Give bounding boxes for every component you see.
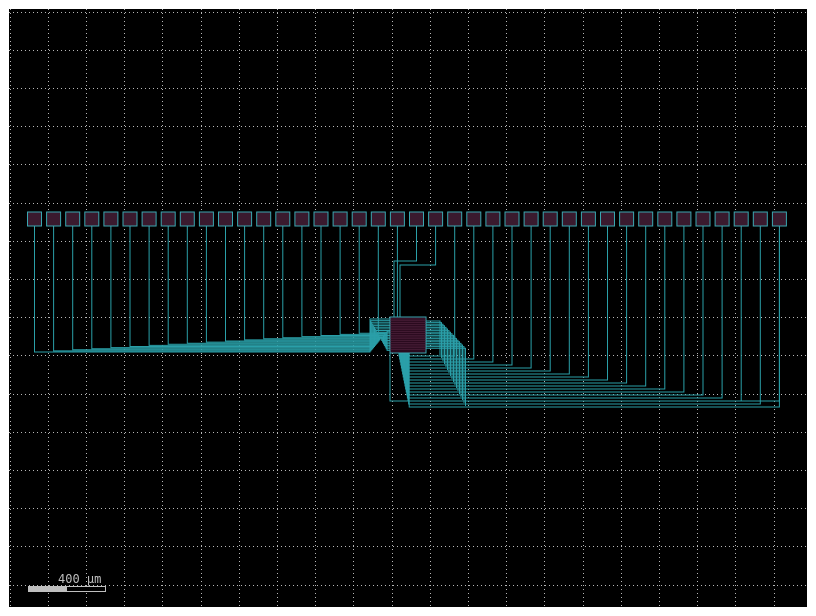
- bond-pad: [219, 212, 233, 226]
- bond-pad: [639, 212, 653, 226]
- bond-pad: [715, 212, 729, 226]
- scale-bar-fill: [29, 587, 67, 591]
- wire-left: [206, 230, 390, 342]
- bond-pad: [257, 212, 271, 226]
- layout-canvas[interactable]: [9, 9, 807, 607]
- wire-left: [73, 230, 390, 350]
- wire-left: [92, 230, 390, 349]
- bond-pad: [104, 212, 118, 226]
- bond-pad: [314, 212, 328, 226]
- bond-pad: [276, 212, 290, 226]
- bond-pad: [123, 212, 137, 226]
- scale-bar-track: [28, 586, 106, 592]
- bond-pad: [734, 212, 748, 226]
- bond-pad: [85, 212, 99, 226]
- bond-pad: [677, 212, 691, 226]
- scale-bar: 400 µm: [28, 572, 108, 594]
- bond-pad: [390, 212, 404, 226]
- wire-left: [226, 230, 391, 341]
- bond-pad: [371, 212, 385, 226]
- bond-pad: [66, 212, 80, 226]
- bond-pad: [620, 212, 634, 226]
- bond-pad: [562, 212, 576, 226]
- bond-pad: [505, 212, 519, 226]
- bond-pad: [410, 212, 424, 226]
- bond-pad: [28, 212, 42, 226]
- bond-pad: [658, 212, 672, 226]
- wire-left: [54, 230, 390, 351]
- bond-pad: [199, 212, 213, 226]
- bond-pad: [333, 212, 347, 226]
- wire-left: [111, 230, 390, 348]
- wire-right-bottom: [404, 230, 608, 380]
- bond-pad: [295, 212, 309, 226]
- chip-die[interactable]: [390, 317, 426, 353]
- bond-pad: [180, 212, 194, 226]
- wire-right-bottom: [405, 230, 646, 386]
- wire-left: [321, 230, 390, 344]
- wire-left: [149, 230, 390, 345]
- bond-pad: [47, 212, 61, 226]
- bond-pad: [161, 212, 175, 226]
- wire-left: [245, 230, 390, 340]
- wire-left: [168, 230, 390, 344]
- bond-pad: [524, 212, 538, 226]
- wire-right-bottom: [404, 230, 626, 383]
- bond-pad: [601, 212, 615, 226]
- wire-right-bottom: [403, 230, 588, 377]
- bond-pad: [429, 212, 443, 226]
- layout-viewport[interactable]: 400 µm: [9, 9, 807, 607]
- bond-pads: [28, 212, 787, 230]
- scale-bar-label: 400 µm: [58, 572, 101, 586]
- bond-pad: [543, 212, 557, 226]
- wire-right-bottom: [407, 230, 703, 395]
- bond-pad: [581, 212, 595, 226]
- wire-left: [340, 230, 390, 345]
- bond-pad: [238, 212, 252, 226]
- wire-left: [35, 230, 391, 352]
- bond-pad: [467, 212, 481, 226]
- bond-pad: [696, 212, 710, 226]
- bond-pad: [448, 212, 462, 226]
- bond-pad: [142, 212, 156, 226]
- wire-left: [130, 230, 390, 347]
- grid-lines: [9, 9, 807, 607]
- wire-outer-loop: [390, 230, 779, 401]
- bond-pad: [753, 212, 767, 226]
- bond-pad: [352, 212, 366, 226]
- bond-pad: [772, 212, 786, 226]
- bond-pad: [486, 212, 500, 226]
